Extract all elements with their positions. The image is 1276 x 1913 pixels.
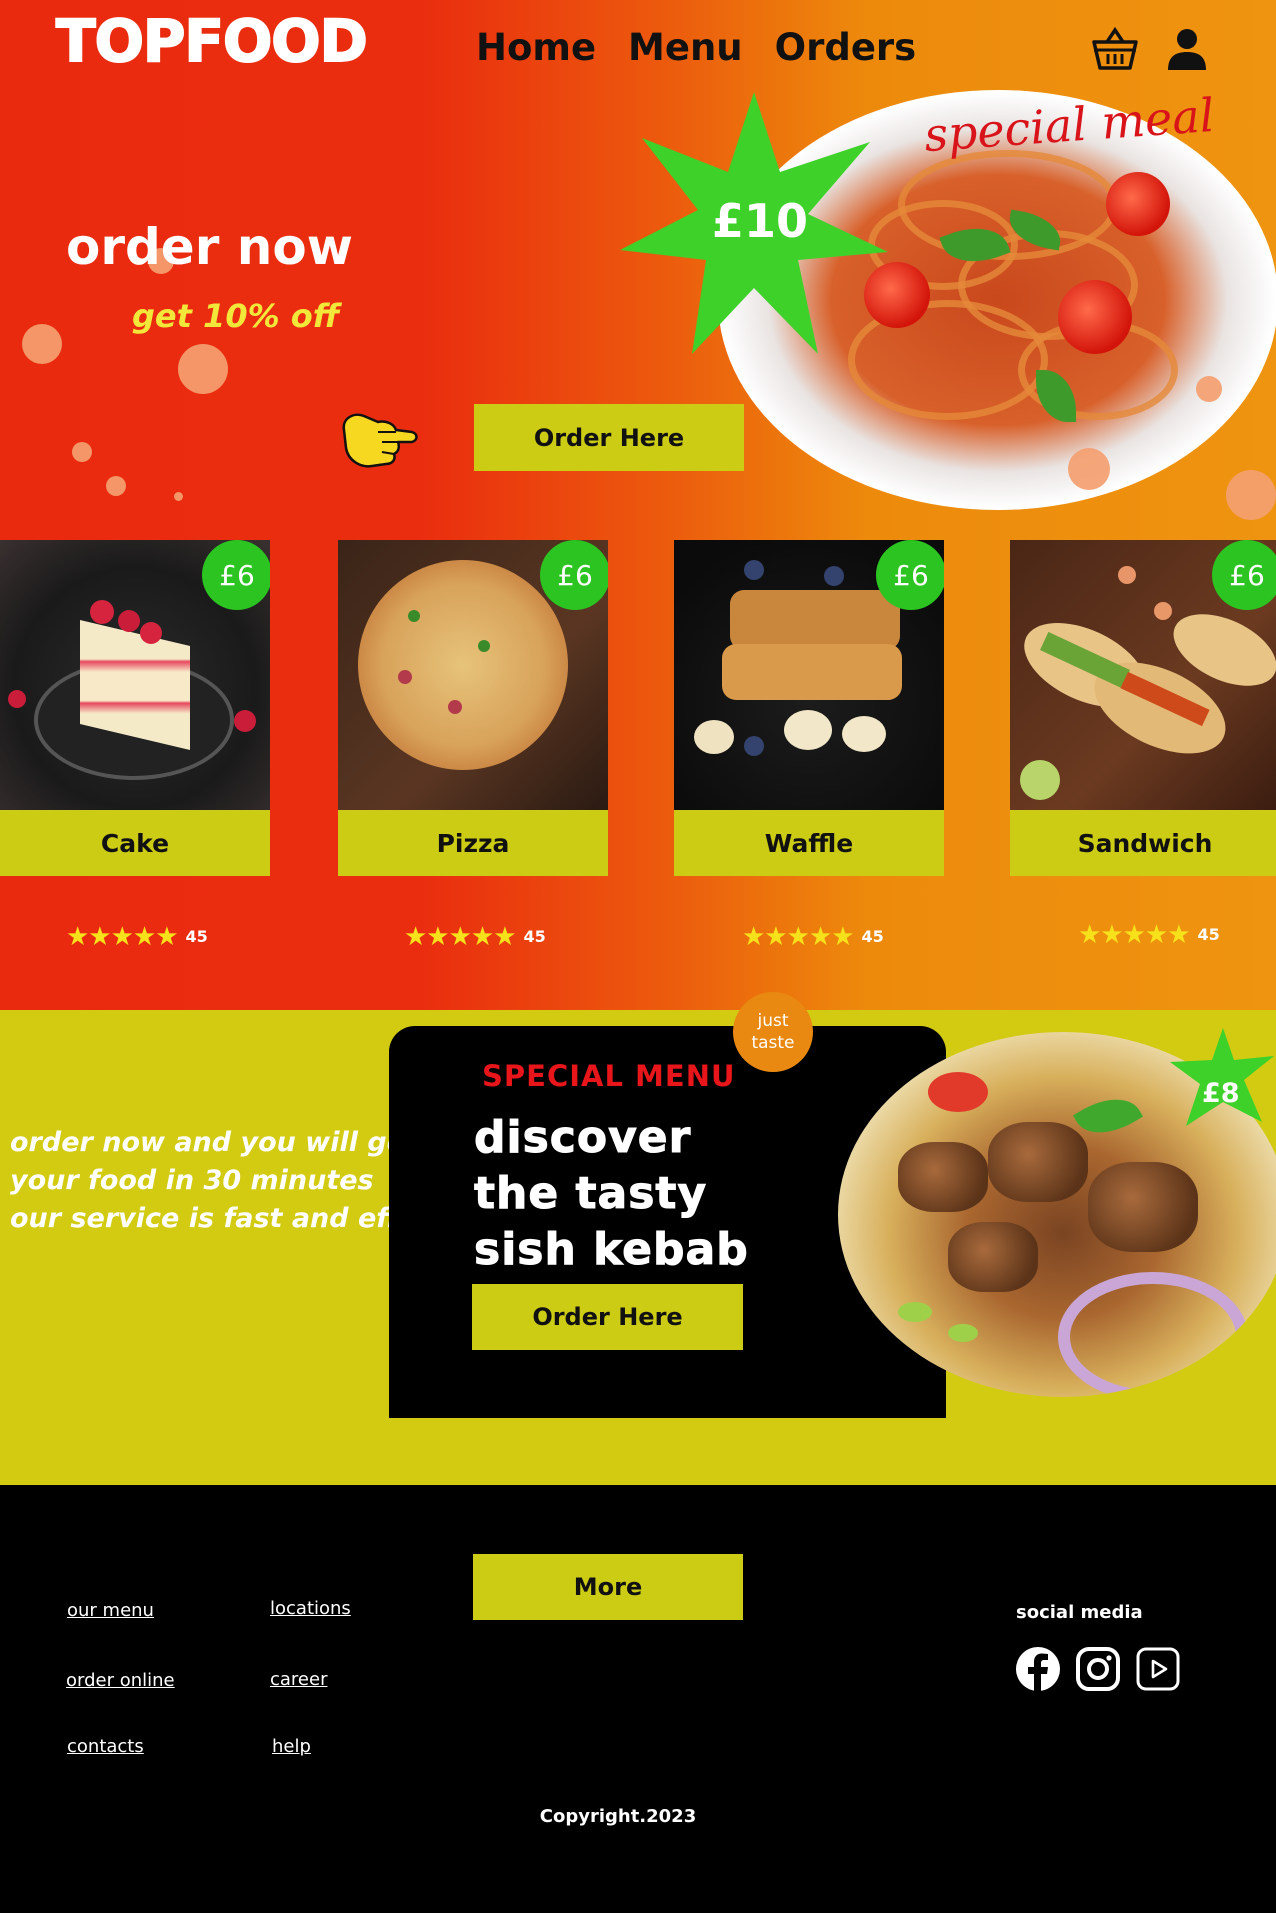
decor-bubble [22,324,62,364]
decor-bubble [106,476,126,496]
footer-link-our-menu[interactable]: our menu [67,1602,154,1620]
decor-bubble [1226,470,1276,520]
footer-link-order-online[interactable]: order online [66,1672,175,1690]
footer-link-contacts[interactable]: contacts [67,1738,144,1756]
nav-menu[interactable]: Menu [628,27,743,69]
logo[interactable]: TOPFOOD [55,11,369,71]
star-rating: ★★★★★ [404,922,517,952]
card-label[interactable]: Waffle [674,810,944,876]
cake-image: £6 [0,540,270,810]
header-icons [1090,24,1212,74]
kebab-price: £8 [1202,1078,1240,1109]
nav-orders[interactable]: Orders [775,27,917,69]
footer [0,1485,1276,1913]
card-label[interactable]: Sandwich [1010,810,1276,876]
decor-bubble [178,344,228,394]
more-button[interactable]: More [473,1554,743,1620]
decor-bubble [1118,566,1136,584]
rating-cake: ★★★★★ 45 [66,924,208,950]
instagram-icon[interactable] [1075,1646,1121,1692]
rating-count: 45 [1197,925,1220,944]
headline-line: discover [474,1112,692,1164]
pizza-image: £6 [338,540,608,810]
pointing-hand-icon [342,413,418,468]
card-label[interactable]: Pizza [338,810,608,876]
special-price: £10 [712,194,809,248]
just-taste-badge: just taste [733,992,813,1072]
footer-link-help[interactable]: help [272,1738,311,1756]
decor-bubble [1068,448,1110,490]
rating-pizza: ★★★★★ 45 [404,924,546,950]
main-nav: Home Menu Orders [476,27,917,69]
copyright-text: Copyright.2023 [539,1806,697,1827]
decor-bubble [1154,602,1172,620]
rating-count: 45 [185,927,208,946]
headline-line: sish kebab [474,1224,749,1276]
user-icon[interactable] [1162,24,1212,74]
basket-icon[interactable] [1090,24,1140,74]
footer-link-career[interactable]: career [270,1671,327,1689]
price-badge: £6 [876,540,944,610]
price-badge: £6 [202,540,270,610]
decor-bubble [174,492,183,501]
special-menu-title: SPECIAL MENU [482,1059,736,1093]
rating-count: 45 [861,927,884,946]
waffle-image: £6 [674,540,944,810]
rating-count: 45 [523,927,546,946]
special-order-button[interactable]: Order Here [472,1284,743,1350]
menu-card-pizza[interactable]: £6 Pizza [338,540,608,876]
price-badge: £6 [540,540,608,610]
decor-bubble [72,442,92,462]
card-label[interactable]: Cake [0,810,270,876]
price-badge: £6 [1212,540,1276,610]
hero-section: special meal £10 TOPFOOD Home Menu Order… [0,0,1276,1010]
star-rating: ★★★★★ [66,922,179,952]
badge-line: just [757,1010,789,1031]
star-rating: ★★★★★ [1078,920,1191,950]
youtube-icon[interactable] [1135,1646,1181,1692]
social-media-title: social media [1016,1602,1143,1623]
hero-subtitle: get 10% off [132,297,340,335]
hero-title: order now [66,218,353,276]
menu-card-cake[interactable]: £6 Cake [0,540,270,876]
facebook-icon[interactable] [1015,1646,1061,1692]
hero-order-button[interactable]: Order Here [474,404,744,471]
star-rating: ★★★★★ [742,922,855,952]
nav-home[interactable]: Home [476,27,596,69]
special-headline: discover the tasty sish kebab [474,1110,749,1278]
rating-waffle: ★★★★★ 45 [742,924,884,950]
sandwich-image: £6 [1010,540,1276,810]
footer-link-locations[interactable]: locations [270,1600,351,1618]
headline-line: the tasty [474,1168,708,1220]
menu-card-sandwich[interactable]: £6 Sandwich [1010,540,1276,876]
badge-line: taste [751,1033,795,1053]
decor-bubble [1196,376,1222,402]
rating-sandwich: ★★★★★ 45 [1078,922,1220,948]
menu-card-waffle[interactable]: £6 Waffle [674,540,944,876]
